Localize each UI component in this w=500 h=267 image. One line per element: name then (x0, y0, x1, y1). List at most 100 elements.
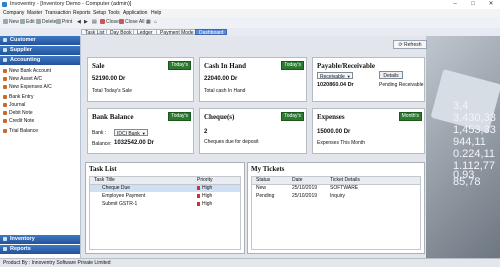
sale-card: Sale Today's 52190.00 Dr Total Today's S… (87, 57, 194, 102)
sidebar-item-new-asset[interactable]: New Asset A/C (3, 76, 42, 82)
table-row[interactable]: Cheque Due High (90, 185, 240, 192)
menu-setup[interactable]: Setup (93, 10, 106, 16)
sidebar-item-trial-balance[interactable]: Trial Balance (3, 128, 38, 134)
app-icon (2, 2, 7, 7)
new-button[interactable]: New (3, 19, 19, 26)
column-header[interactable]: Status (256, 177, 270, 184)
debit-note-icon (3, 110, 7, 115)
home-icon[interactable]: ⌂ (154, 19, 157, 26)
payrec-subtext: Pending Receivable (379, 82, 424, 88)
cash-value: 22040.00 Dr (204, 76, 238, 82)
task-title: Cheque Due (102, 185, 131, 191)
cash-subtext: Total cash In Hand (204, 88, 246, 94)
sidebar: Customer Supplier Accounting New Bank Ac… (0, 36, 81, 258)
close-window-icon[interactable]: ✕ (482, 0, 500, 9)
menu-application[interactable]: Application (123, 10, 147, 16)
close-all-icon (119, 19, 124, 25)
background-number: 1,453,33 (453, 124, 496, 136)
tab-task-list[interactable]: Task List (81, 29, 109, 36)
sidebar-item-bank-entry[interactable]: Bank Entry (3, 94, 33, 100)
payable-receivable-card: Payable/Receivable Receivable ▼ 1020860.0… (312, 57, 425, 102)
column-header[interactable]: Task Title (94, 177, 115, 184)
minimize-icon[interactable]: – (446, 0, 464, 9)
calculator-icon[interactable]: ▦ (146, 19, 151, 26)
payrec-title: Payable/Receivable (317, 62, 375, 70)
nav-prev-icon[interactable]: ◀ (77, 19, 81, 26)
sidebar-section-supplier[interactable]: Supplier (0, 46, 80, 55)
bank-select[interactable]: IDCI Bank ▼ (114, 129, 148, 137)
window-title: Invoventry - [Inventory Demo - Computer … (10, 1, 132, 7)
balance-label: Balance: (92, 141, 112, 147)
sale-title: Sale (92, 62, 105, 70)
column-header[interactable]: Date (292, 177, 303, 184)
column-header[interactable]: Ticket Details (330, 177, 360, 184)
column-header[interactable]: Priority (197, 177, 213, 184)
table-row[interactable]: Employee Payment High (90, 193, 240, 200)
tab-payment-mode[interactable]: Payment Mode (156, 29, 198, 36)
sidebar-section-accounting[interactable]: Accounting (0, 56, 80, 65)
table-row[interactable]: Pending 25/10/2019 Inquiry (252, 193, 420, 200)
close-button[interactable]: Close (100, 19, 119, 26)
table-row[interactable]: Submit GSTR-1 High (90, 201, 240, 208)
delete-icon (36, 19, 41, 25)
background-number: 85,78 (453, 176, 481, 188)
sidebar-item-credit-note[interactable]: Credit Note (3, 118, 34, 124)
table-row[interactable]: New 25/10/2019 SOFTWARE (252, 185, 420, 192)
supplier-icon (3, 47, 7, 52)
priority-flag-icon (197, 193, 200, 198)
menu-transaction[interactable]: Transaction (45, 10, 71, 16)
ticket-details: SOFTWARE (330, 185, 359, 191)
cheques-badge: Today's (281, 112, 304, 121)
close-all-button[interactable]: Close All (119, 19, 144, 26)
payrec-select[interactable]: Receivable ▼ (317, 72, 353, 80)
bank-entry-icon (3, 94, 7, 99)
tab-ledger[interactable]: Ledger (133, 29, 157, 36)
bank-title: Bank Balance (92, 113, 134, 121)
menu-tools[interactable]: Tools (108, 10, 120, 16)
credit-note-icon (3, 118, 7, 123)
edit-button[interactable]: Edit (20, 19, 35, 26)
menu-reports[interactable]: Reports (73, 10, 91, 16)
sidebar-item-new-bank-account[interactable]: New Bank Account (3, 68, 51, 74)
task-list-grid: Task Title Priority Cheque Due High Empl… (89, 176, 241, 250)
delete-button[interactable]: Delete (36, 19, 56, 26)
sidebar-item-journal[interactable]: Journal (3, 102, 25, 108)
edit-icon (20, 19, 25, 25)
sidebar-item-debit-note[interactable]: Debit Note (3, 110, 33, 116)
dashboard: 3,4 3.430,33 1,453,33 944,11 0.224,11 1.… (81, 36, 500, 258)
print-icon (56, 19, 61, 25)
task-priority: High (197, 185, 212, 192)
priority-flag-icon (197, 201, 200, 206)
close-icon (100, 19, 105, 25)
background-number: 944,11 (453, 136, 486, 148)
sidebar-section-reports[interactable]: Reports (0, 245, 80, 254)
cheques-card: Cheque(s) Today's 2 Cheques due for depo… (199, 108, 307, 154)
menu-help[interactable]: Help (151, 10, 161, 16)
view-icon[interactable]: ▤ (92, 19, 97, 26)
expenses-subtext: Expenses This Month (317, 140, 365, 146)
background-number: 3.430,33 (453, 112, 496, 124)
nav-next-icon[interactable]: ▶ (84, 19, 88, 26)
tickets-title: My Tickets (251, 165, 285, 173)
refresh-button[interactable]: ⟳ Refresh (393, 40, 427, 49)
chevron-down-icon: ▼ (346, 74, 351, 79)
menu-master[interactable]: Master (27, 10, 42, 16)
print-button[interactable]: Print (56, 19, 72, 26)
cash-card: Cash In Hand Today's 22040.00 Dr Total c… (199, 57, 307, 102)
tab-dashboard[interactable]: Dashboard (195, 29, 228, 36)
sidebar-section-inventory[interactable]: Inventory (0, 235, 80, 244)
cheques-subtext: Cheques due for deposit (204, 139, 259, 145)
expenses-card: Expenses Month's 15000.00 Dr Expenses Th… (312, 108, 425, 154)
ticket-date: 25/10/2019 (292, 185, 318, 191)
cheques-title: Cheque(s) (204, 113, 235, 121)
sidebar-item-new-expenses[interactable]: New Expenses A/C (3, 84, 52, 90)
menu-company[interactable]: Company (3, 10, 24, 16)
customer-icon (3, 37, 7, 42)
sidebar-section-customer[interactable]: Customer (0, 36, 80, 45)
details-button[interactable]: Details (379, 71, 403, 79)
expenses-title: Expenses (317, 113, 345, 121)
maximize-icon[interactable]: □ (464, 0, 482, 9)
asset-icon (3, 76, 7, 81)
inventory-icon (3, 236, 7, 241)
tab-day-book[interactable]: Day Book (106, 29, 136, 36)
